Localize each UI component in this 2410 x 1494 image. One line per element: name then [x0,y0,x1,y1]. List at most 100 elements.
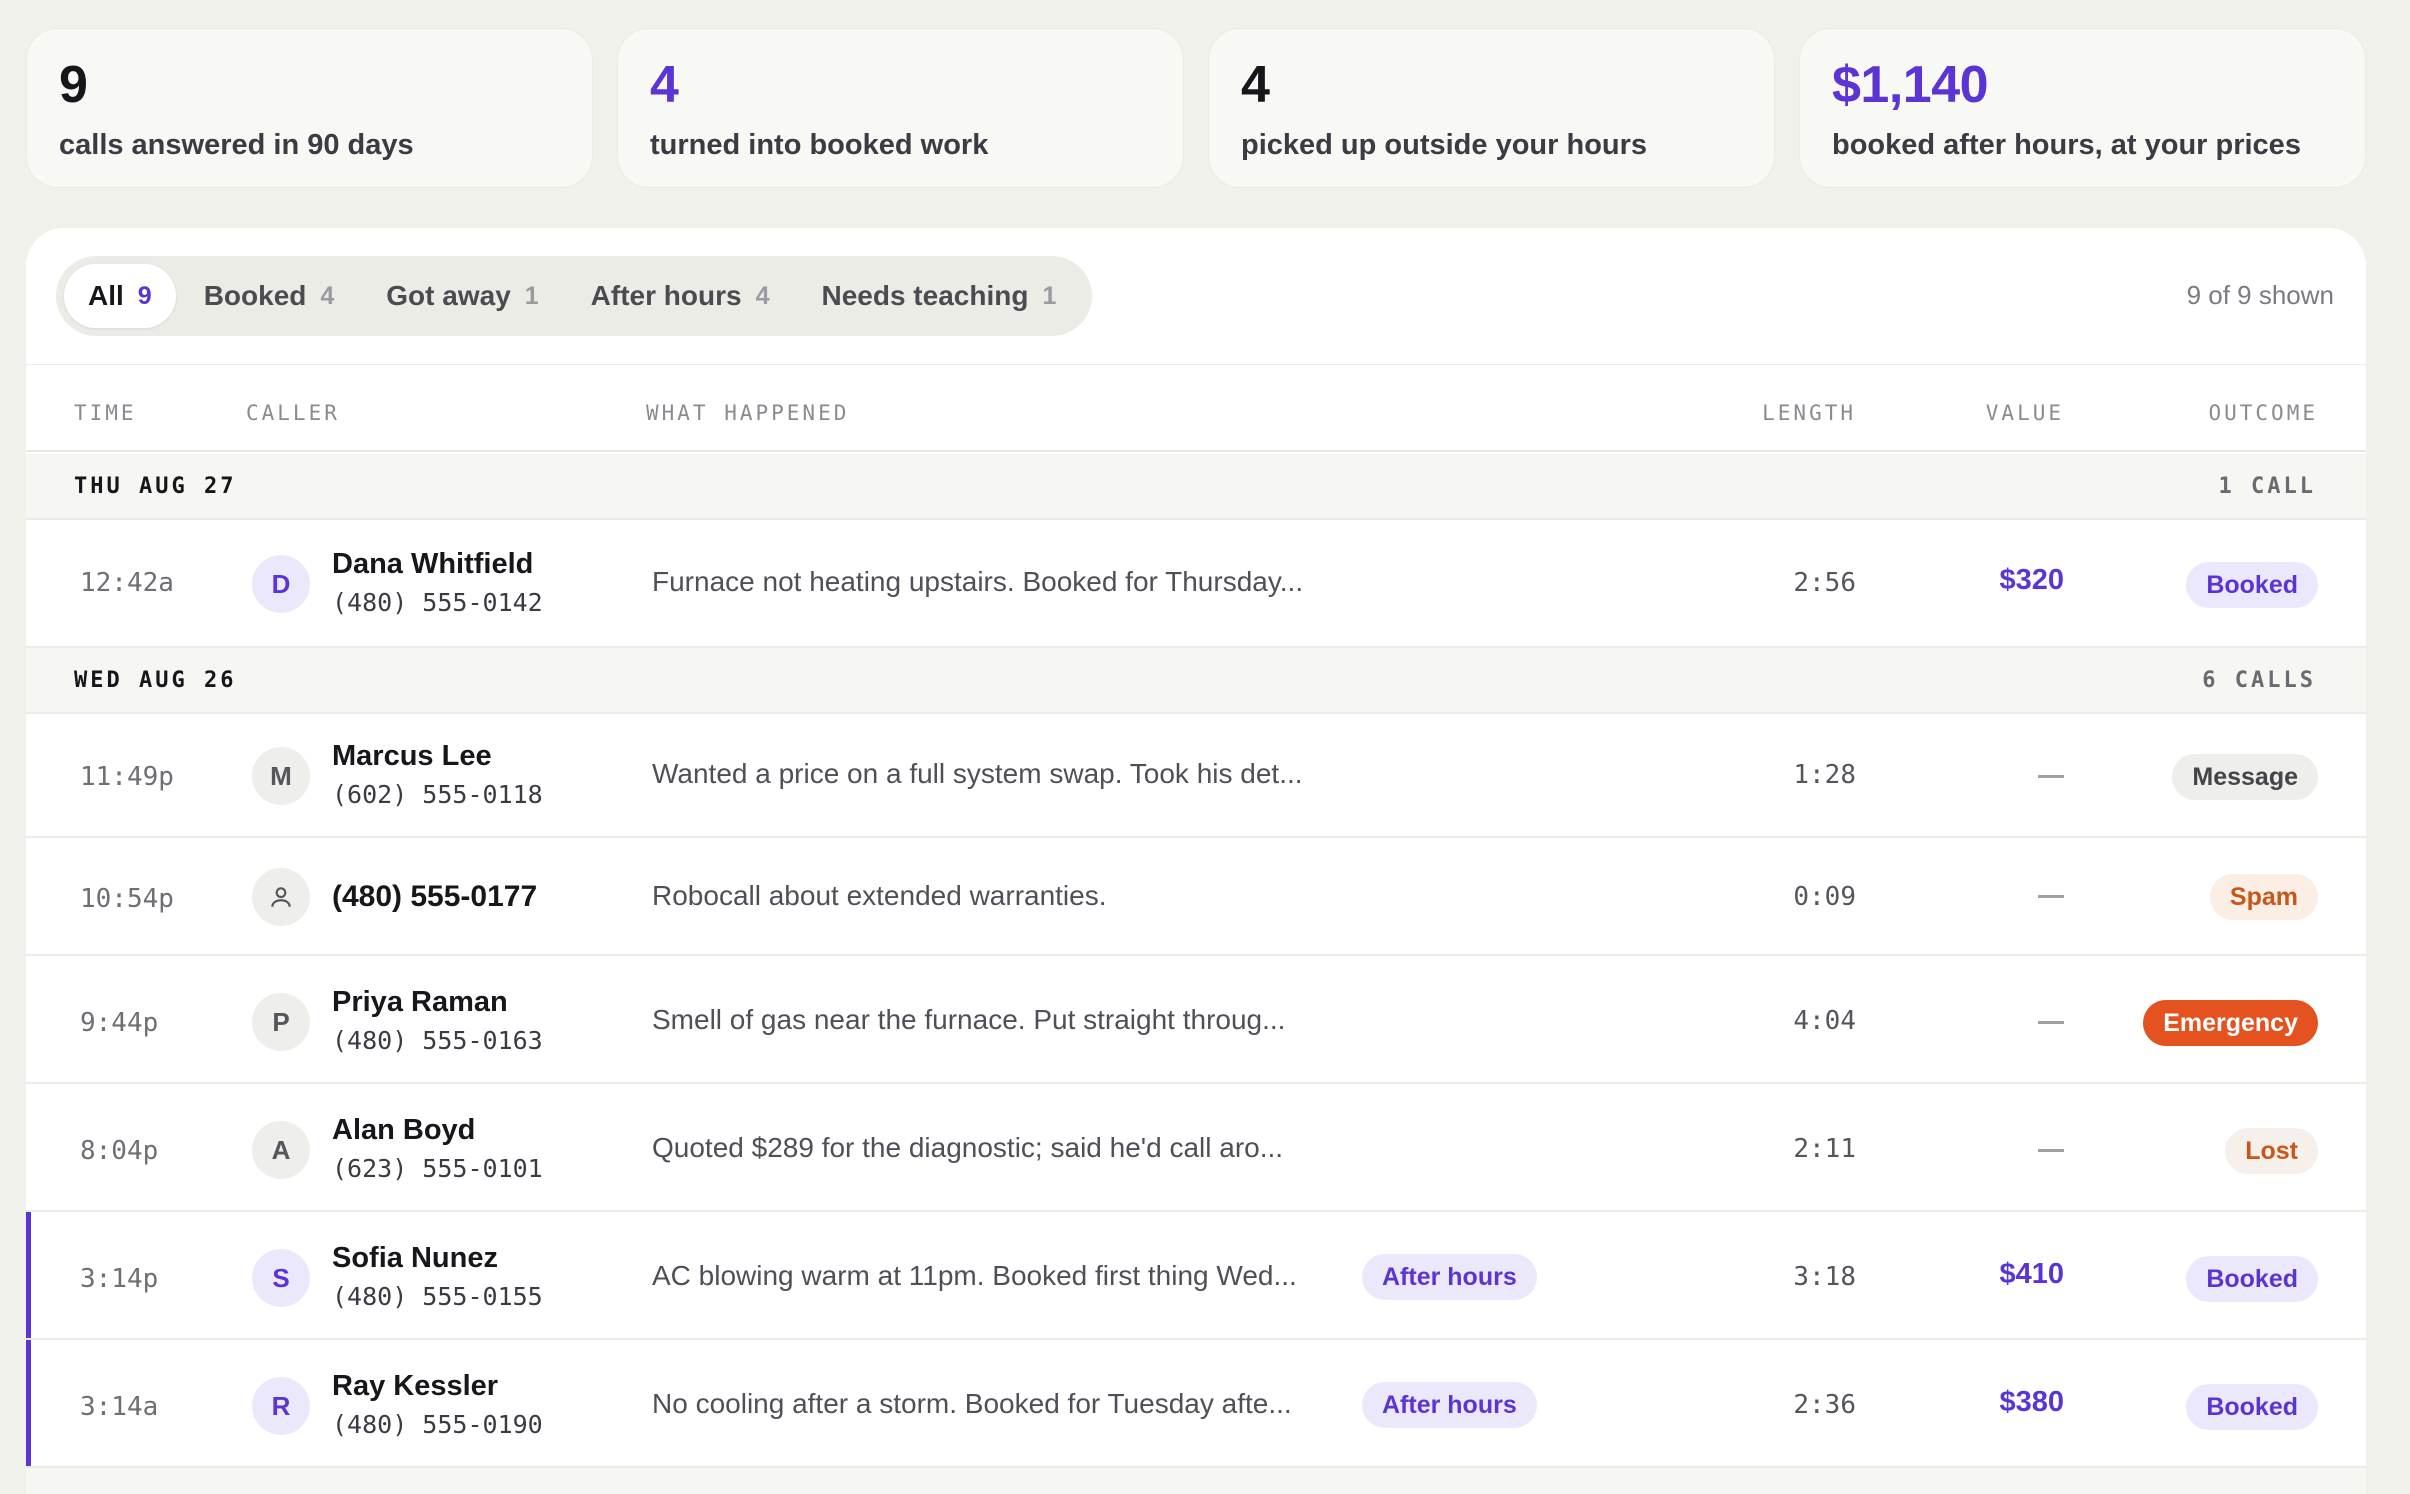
calls-panel: All 9 Booked 4 Got away 1 After hours 4 Need… [26,228,2366,1494]
col-length: LENGTH [1762,401,1856,425]
stat-value: 4 [1241,56,1270,114]
tab-label: Got away [386,280,511,311]
stat-value: $1,140 [1832,56,1989,114]
filter-tabs: All 9 Booked 4 Got away 1 After hours 4 Need… [56,256,1093,336]
stat-card-booked-work: 4 turned into booked work [617,28,1184,188]
caller-phone: (602) 555-0118 [332,780,543,809]
avatar: R [252,1377,310,1435]
shown-count: 9 of 9 shown [2186,280,2334,310]
tab-count: 1 [1042,281,1057,310]
table-row[interactable]: 12:42a D Dana Whitfield (480) 555-0142 F… [26,520,2366,648]
call-summary: No cooling after a storm. Booked for Tue… [652,1388,1292,1419]
call-length: 2:11 [1793,1134,1856,1164]
tab-booked[interactable]: Booked 4 [180,264,359,328]
col-caller: CALLER [246,401,340,425]
table-row[interactable]: 11:49p M Marcus Lee (602) 555-0118 Wante… [26,714,2366,838]
call-summary: Smell of gas near the furnace. Put strai… [652,1004,1286,1035]
table-header: TIME CALLER WHAT HAPPENED LENGTH VALUE O… [26,364,2366,452]
outcome-badge: Booked [2186,562,2318,608]
caller-name: Marcus Lee [332,740,492,772]
tab-label: After hours [590,280,742,311]
caller-name: Dana Whitfield [332,548,534,580]
col-time: TIME [74,401,137,425]
call-value: $380 [1999,1386,2064,1418]
tab-label: All [88,280,124,311]
person-icon [252,868,310,926]
caller-name: Ray Kessler [332,1370,499,1402]
call-time: 3:14a [80,1392,159,1422]
table-row[interactable]: 8:04p A Alan Boyd (623) 555-0101 Quoted … [26,1084,2366,1212]
tab-label: Needs teaching [821,280,1029,311]
tab-all[interactable]: All 9 [64,264,176,328]
call-time: 8:04p [80,1136,159,1166]
call-time: 9:44p [80,1008,159,1038]
call-value: $320 [1999,564,2064,596]
caller-name: Sofia Nunez [332,1242,498,1274]
call-value-empty [2038,895,2064,898]
caller-phone: (480) 555-0155 [332,1282,543,1311]
avatar: D [252,555,310,613]
call-time: 12:42a [80,568,174,598]
caller-phone: (480) 555-0190 [332,1410,543,1439]
call-summary: Furnace not heating upstairs. Booked for… [652,566,1304,597]
col-value: VALUE [1985,401,2064,425]
stats-row: 9 calls answered in 90 days 4 turned int… [26,28,2366,188]
outcome-badge: Message [2172,754,2318,800]
avatar: S [252,1249,310,1307]
outcome-badge: Emergency [2143,1000,2318,1046]
call-length: 3:18 [1793,1262,1856,1292]
stat-card-calls-answered: 9 calls answered in 90 days [26,28,593,188]
caller-phone: (480) 555-0163 [332,1026,543,1055]
outcome-badge: Booked [2186,1256,2318,1302]
outcome-badge: Booked [2186,1384,2318,1430]
stat-value: 9 [59,56,88,114]
call-value-empty [2038,1149,2064,1152]
avatar: M [252,747,310,805]
table-row[interactable]: 3:14p S Sofia Nunez (480) 555-0155 AC bl… [26,1212,2366,1340]
caller-name: (480) 555-0177 [332,880,538,913]
caller-phone: (623) 555-0101 [332,1154,543,1183]
call-value-empty [2038,775,2064,778]
tab-count: 4 [755,281,770,310]
stat-value: 4 [650,56,679,114]
col-what-happened: WHAT HAPPENED [646,401,850,425]
tab-count: 4 [320,281,335,310]
call-length: 1:28 [1793,760,1856,790]
stat-label: turned into booked work [650,129,989,161]
call-length: 2:56 [1793,568,1856,598]
tab-count: 1 [524,281,539,310]
tab-label: Booked [203,280,307,311]
caller-name: Alan Boyd [332,1114,476,1146]
call-summary: Quoted $289 for the diagnostic; said he'… [652,1132,1284,1163]
stat-card-outside-hours: 4 picked up outside your hours [1208,28,1775,188]
after-hours-tag: After hours [1362,1382,1537,1428]
outcome-badge: Spam [2209,874,2318,920]
table-row[interactable]: 9:44p P Priya Raman (480) 555-0163 Smell… [26,956,2366,1084]
day-group-header: THU AUG 27 1 CALL [26,454,2366,520]
day-group-header: WED AUG 26 6 CALLS [26,648,2366,714]
tab-after-hours[interactable]: After hours 4 [567,264,794,328]
call-summary: AC blowing warm at 11pm. Booked first th… [652,1260,1297,1291]
caller-phone: (480) 555-0142 [332,588,543,617]
call-length: 4:04 [1793,1006,1856,1036]
call-summary: Robocall about extended warranties. [652,880,1107,911]
stat-label: calls answered in 90 days [59,129,414,161]
tab-count: 9 [137,281,152,310]
after-hours-tag: After hours [1362,1254,1537,1300]
call-time: 11:49p [80,762,174,792]
call-summary: Wanted a price on a full system swap. To… [652,758,1303,789]
table-row[interactable]: 10:54p (480) 555-0177 Robocall about ext… [26,838,2366,956]
stat-label: booked after hours, at your prices [1832,129,2301,161]
day-call-count: 6 CALLS [2202,668,2316,693]
outcome-badge: Lost [2225,1128,2318,1174]
stat-label: picked up outside your hours [1241,129,1648,161]
tab-needs-teaching[interactable]: Needs teaching 1 [797,264,1080,328]
call-value: $410 [1999,1258,2064,1290]
call-time: 10:54p [80,884,174,914]
day-label: THU AUG 27 [74,474,237,499]
col-outcome: OUTCOME [2208,401,2318,425]
table-row[interactable]: 3:14a R Ray Kessler (480) 555-0190 No co… [26,1340,2366,1468]
tab-got-away[interactable]: Got away 1 [362,264,562,328]
avatar: A [252,1121,310,1179]
day-group-header-partial [26,1468,2366,1494]
